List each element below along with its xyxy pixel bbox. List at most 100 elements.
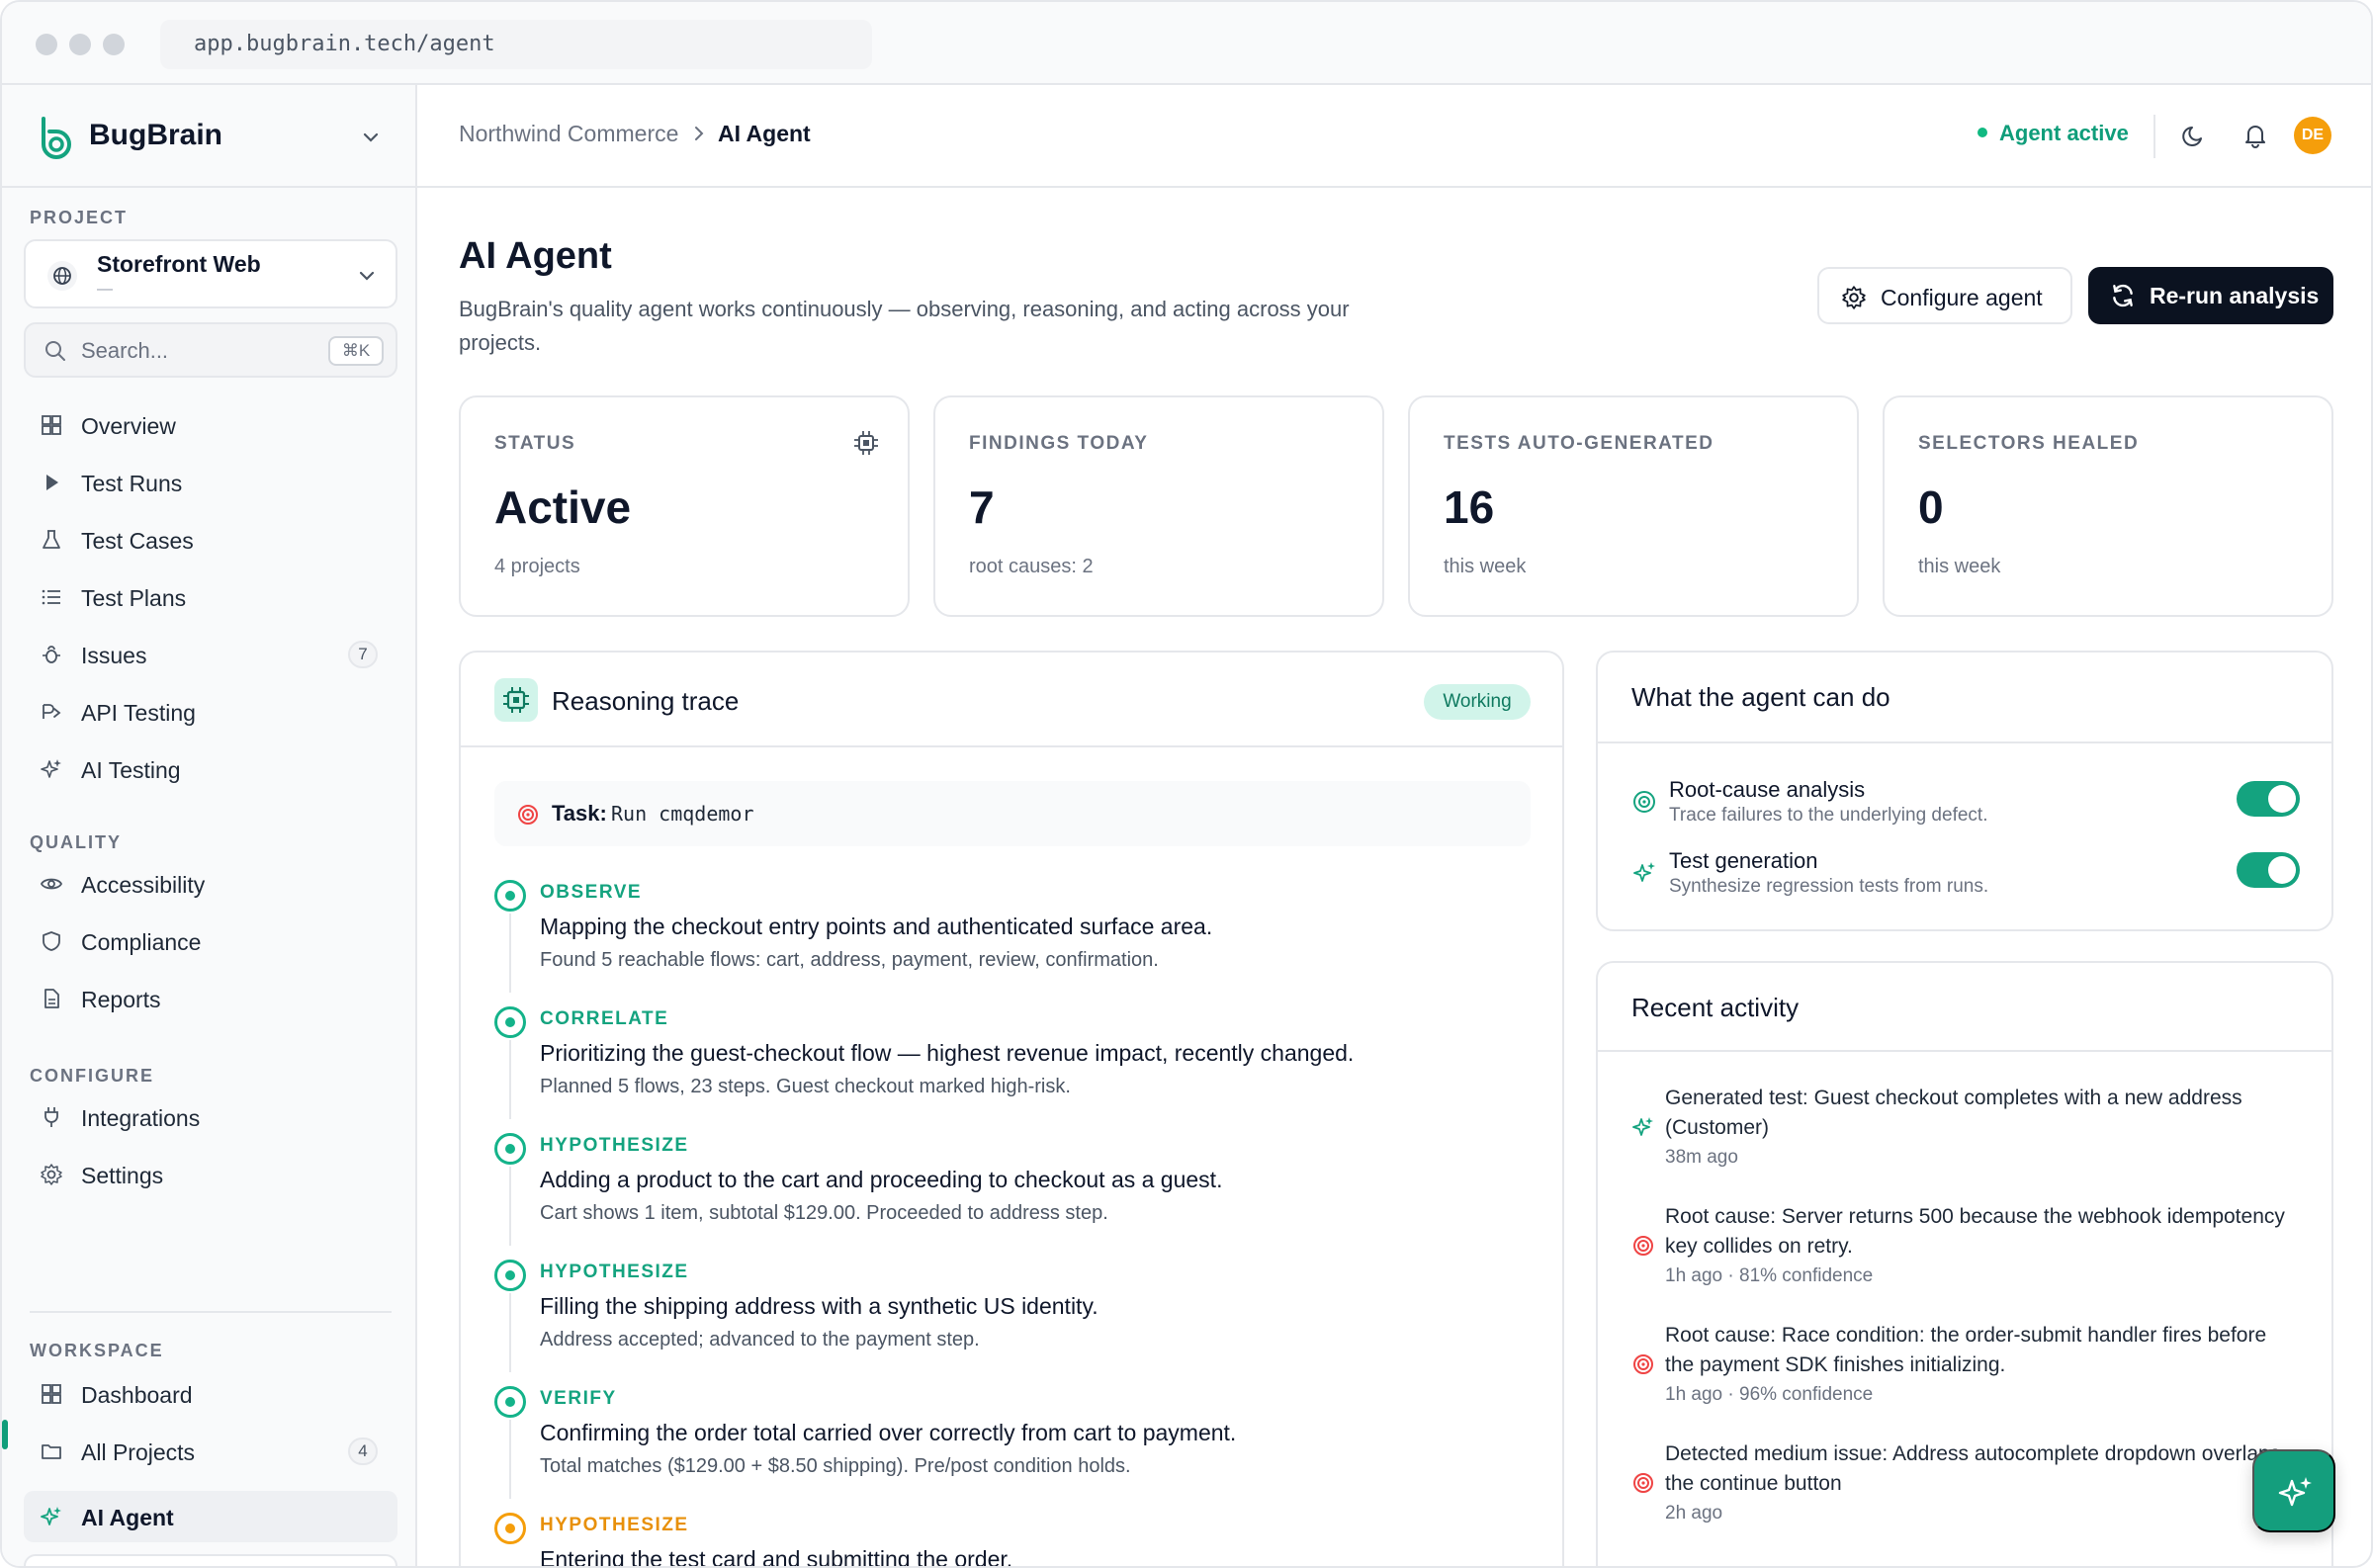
bell-icon[interactable]: [2242, 123, 2268, 148]
trace-step: HYPOTHESIZE Entering the test card and s…: [494, 1505, 1531, 1566]
test-generation-toggle[interactable]: [2237, 852, 2300, 888]
sidebar-item-reports[interactable]: Reports: [24, 973, 397, 1024]
sidebar-item-test-runs[interactable]: Test Runs: [24, 457, 397, 508]
user-menu[interactable]: DE demo OWNER: [24, 1554, 397, 1566]
sidebar-item-label: All Projects: [81, 1439, 196, 1465]
step-connector: [509, 1040, 511, 1119]
sidebar-item-label: Overview: [81, 413, 176, 439]
grid-icon: [42, 415, 61, 435]
activity-text: Generated test: Guest checkout completes…: [1665, 1087, 2242, 1139]
sidebar-item-settings[interactable]: Settings: [24, 1149, 397, 1200]
sidebar-item-label: Accessibility: [81, 872, 206, 898]
sidebar-item-dashboard[interactable]: Dashboard: [24, 1368, 397, 1420]
window-minimize-dot[interactable]: [69, 34, 91, 55]
stat-subtext: root causes: 2: [969, 556, 1094, 577]
search-input[interactable]: [81, 332, 299, 370]
brand-header[interactable]: BugBrain: [2, 85, 415, 188]
stat-card-findings: FINDINGS TODAY 7 root causes: 2: [933, 395, 1384, 617]
sidebar: BugBrain PROJECT Storefront Web — ⌘K Ove…: [2, 85, 417, 1566]
sidebar-item-test-cases[interactable]: Test Cases: [24, 514, 397, 566]
sidebar-item-label: API Testing: [81, 700, 196, 726]
activity-meta: 1h ago · 96% confidence: [1665, 1384, 1874, 1405]
stat-subtext: this week: [1918, 556, 2001, 577]
capabilities-panel: What the agent can do Root-cause analysi…: [1596, 651, 2333, 931]
rerun-analysis-button[interactable]: Re-run analysis: [2088, 267, 2333, 324]
stat-subtext: this week: [1444, 556, 1527, 577]
trace-step: OBSERVE Mapping the checkout entry point…: [494, 872, 1531, 993]
sparkles-icon: [41, 1507, 61, 1525]
activity-meta: 1h ago · 81% confidence: [1665, 1265, 1874, 1286]
sidebar-item-api-testing[interactable]: API Testing: [24, 686, 397, 738]
step-phase: CORRELATE: [540, 1008, 669, 1029]
trace-step: CORRELATE Prioritizing the guest-checkou…: [494, 999, 1531, 1119]
stat-value: Active: [494, 481, 632, 533]
window-close-dot[interactable]: [36, 34, 57, 55]
activity-item[interactable]: Root cause: Server returns 500 because t…: [1631, 1202, 2314, 1301]
reasoning-trace-panel: Reasoning trace Working Task: Run cmqdem…: [459, 651, 1564, 1566]
step-description: Total matches ($129.00 + $8.50 shipping)…: [540, 1455, 1131, 1477]
grid-icon: [42, 1384, 61, 1404]
sidebar-item-label: Compliance: [81, 929, 202, 955]
configure-agent-button[interactable]: Configure agent: [1817, 267, 2072, 324]
project-subtitle: —: [97, 281, 113, 298]
project-selector[interactable]: Storefront Web —: [24, 239, 397, 308]
step-title: Confirming the order total carried over …: [540, 1420, 1237, 1445]
step-connector: [509, 1420, 511, 1499]
step-marker: [494, 1513, 526, 1544]
ai-assistant-fab[interactable]: [2252, 1449, 2335, 1532]
step-description: Planned 5 flows, 23 steps. Guest checkou…: [540, 1076, 1071, 1097]
activity-item[interactable]: Generated test: Guest checkout completes…: [1631, 1084, 2314, 1182]
activity-item[interactable]: Root cause: Race condition: the order-su…: [1631, 1321, 2314, 1420]
capability-root-cause: Root-cause analysis Trace failures to th…: [1631, 777, 2304, 840]
stat-label: TESTS AUTO-GENERATED: [1444, 433, 1714, 454]
activity-item[interactable]: Detected medium issue: Address autocompl…: [1631, 1439, 2314, 1538]
sidebar-item-overview[interactable]: Overview: [24, 399, 397, 451]
step-phase: HYPOTHESIZE: [540, 1515, 689, 1535]
sidebar-item-integrations[interactable]: Integrations: [24, 1091, 397, 1143]
sidebar-item-label: Test Cases: [81, 528, 194, 554]
sidebar-item-label: Integrations: [81, 1105, 201, 1131]
target-icon: [1633, 1236, 1653, 1256]
task-row: Task: Run cmqdemor: [494, 781, 1531, 846]
sidebar-item-accessibility[interactable]: Accessibility: [24, 858, 397, 910]
stat-label: STATUS: [494, 433, 576, 454]
window-maximize-dot[interactable]: [103, 34, 125, 55]
avatar[interactable]: DE: [2294, 117, 2331, 154]
breadcrumb-workspace[interactable]: Northwind Commerce: [459, 121, 678, 147]
address-bar[interactable]: app.bugbrain.tech/agent: [160, 20, 872, 69]
chevron-down-icon[interactable]: [360, 127, 382, 148]
step-connector: [509, 1293, 511, 1372]
recent-activity-header: Recent activity: [1598, 963, 2331, 1052]
project-name: Storefront Web: [97, 251, 261, 277]
step-marker: [494, 1386, 526, 1418]
sidebar-item-test-plans[interactable]: Test Plans: [24, 571, 397, 623]
cpu-icon: [854, 431, 878, 455]
stat-card-selectors-healed: SELECTORS HEALED 0 this week: [1883, 395, 2333, 617]
activity-text: Root cause: Race condition: the order-su…: [1665, 1324, 2267, 1376]
list-icon: [42, 589, 60, 605]
sidebar-item-compliance[interactable]: Compliance: [24, 915, 397, 967]
task-label: Task:: [552, 801, 607, 826]
search-icon: [45, 341, 65, 361]
sidebar-item-issues[interactable]: Issues 7: [24, 629, 397, 680]
target-icon: [1633, 791, 1655, 813]
activity-text: Root cause: Server returns 500 because t…: [1665, 1205, 2285, 1258]
sidebar-item-ai-agent[interactable]: AI Agent: [24, 1491, 397, 1542]
sidebar-search: ⌘K: [24, 322, 397, 378]
step-description: Address accepted; advanced to the paymen…: [540, 1329, 980, 1350]
chevron-down-icon: [359, 271, 375, 281]
sidebar-item-all-projects[interactable]: All Projects 4: [24, 1426, 397, 1477]
page-title: AI Agent: [459, 235, 612, 277]
sidebar-item-label: Dashboard: [81, 1382, 193, 1408]
stat-value: 7: [969, 481, 995, 533]
status-badge: Working: [1424, 684, 1531, 720]
moon-icon[interactable]: [2181, 123, 2207, 148]
step-marker: [494, 1006, 526, 1038]
sidebar-item-label: AI Agent: [81, 1505, 174, 1530]
root-cause-toggle[interactable]: [2237, 781, 2300, 817]
globe-icon: [47, 261, 77, 291]
plug-icon: [44, 1107, 58, 1127]
sidebar-item-ai-testing[interactable]: AI Testing: [24, 743, 397, 795]
refresh-icon: [2113, 284, 2133, 307]
step-title: Filling the shipping address with a synt…: [540, 1293, 1099, 1319]
